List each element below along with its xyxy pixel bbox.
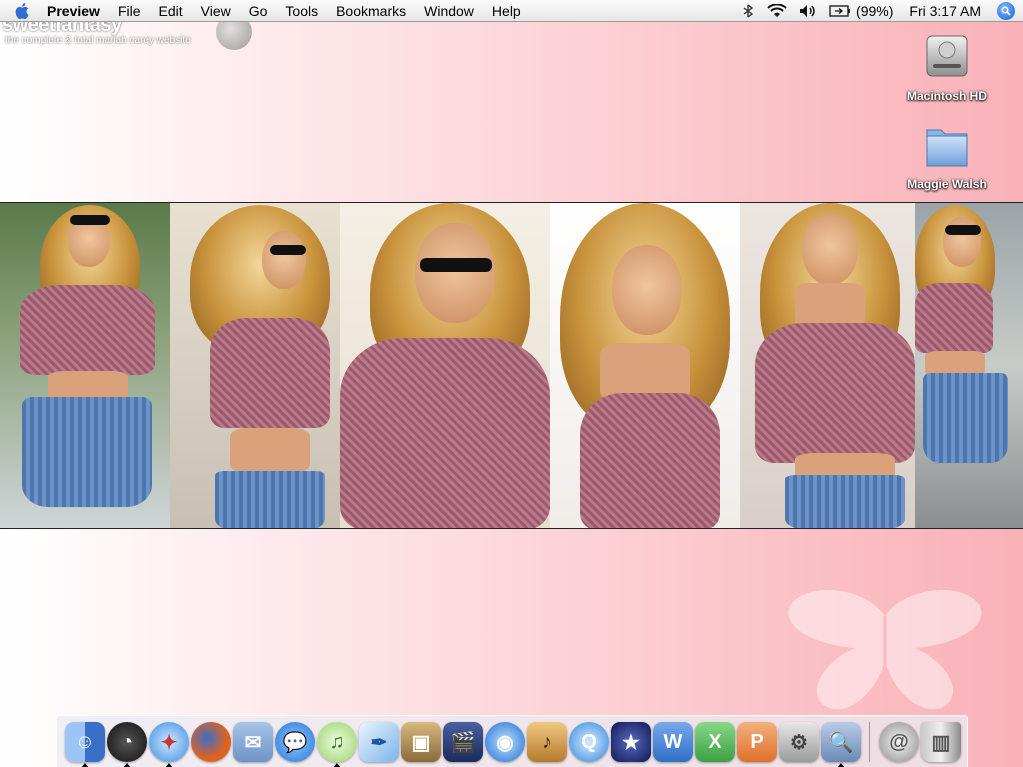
running-indicator [165, 763, 173, 767]
word-icon[interactable]: W [653, 722, 693, 762]
wallpaper-tagline: the complete & total mariah carey websit… [5, 35, 191, 46]
menu-tools[interactable]: Tools [276, 0, 327, 22]
app-menu-preview[interactable]: Preview [38, 0, 109, 22]
idvd-icon[interactable]: ◉ [485, 722, 525, 762]
volume-icon[interactable] [793, 0, 823, 22]
menu-help[interactable]: Help [483, 0, 530, 22]
menu-go[interactable]: Go [240, 0, 277, 22]
itunes-icon[interactable]: ♫ [317, 722, 357, 762]
menu-file[interactable]: File [109, 0, 150, 22]
iphoto-icon[interactable]: ▣ [401, 722, 441, 762]
desktop-icon-macintosh-hd[interactable]: Macintosh HD [897, 30, 997, 105]
dashboard-icon[interactable]: ◔ [107, 722, 147, 762]
battery-percent: (99%) [856, 2, 894, 19]
battery-icon [829, 4, 851, 17]
feather-icon[interactable]: ✒ [359, 722, 399, 762]
menu-extras: (99%) Fri 3:17 AM [735, 0, 1023, 22]
desktop-icon-label: Maggie Walsh [907, 177, 987, 191]
wallpaper-photo-banner [0, 202, 1023, 529]
dock: ☺ ◔ ✦ ✉ 💬 ♫ ✒ ▣ 🎬 ◉ ♪ Q ★ W X P ⚙ 🔍 @ ▥ [56, 715, 968, 767]
finder-icon[interactable]: ☺ [65, 722, 105, 762]
battery-status[interactable]: (99%) [823, 0, 899, 22]
dock-separator [869, 722, 870, 762]
photo-panel [740, 203, 915, 528]
menu-bookmarks[interactable]: Bookmarks [327, 0, 415, 22]
photo-panel [550, 203, 740, 528]
photo-panel [915, 203, 1023, 528]
trash-icon[interactable]: ▥ [921, 722, 961, 762]
menu-clock[interactable]: Fri 3:17 AM [899, 0, 991, 22]
running-indicator [81, 763, 89, 767]
running-indicator [837, 763, 845, 767]
internet-location-icon[interactable]: @ [879, 722, 919, 762]
menu-edit[interactable]: Edit [150, 0, 192, 22]
imovie-icon[interactable]: 🎬 [443, 722, 483, 762]
excel-icon[interactable]: X [695, 722, 735, 762]
photo-panel [0, 203, 170, 528]
menu-view[interactable]: View [192, 0, 240, 22]
wifi-icon[interactable] [761, 0, 793, 22]
imovie-star-icon[interactable]: ★ [611, 722, 651, 762]
quicktime-icon[interactable]: Q [569, 722, 609, 762]
running-indicator [123, 763, 131, 767]
photo-panel [170, 203, 340, 528]
running-indicator [333, 763, 341, 767]
desktop-icon-maggie-walsh[interactable]: Maggie Walsh [897, 120, 997, 193]
desktop: Preview File Edit View Go Tools Bookmark… [0, 0, 1023, 767]
butterfly-watermark-icon [788, 589, 982, 710]
folder-icon [926, 129, 968, 167]
powerpoint-icon[interactable]: P [737, 722, 777, 762]
firefox-icon[interactable] [191, 722, 231, 762]
apple-menu-icon[interactable] [8, 0, 38, 22]
spotlight-icon[interactable] [997, 1, 1015, 20]
safari-icon[interactable]: ✦ [149, 722, 189, 762]
garageband-icon[interactable]: ♪ [527, 722, 567, 762]
menu-window[interactable]: Window [415, 0, 483, 22]
hard-drive-icon [926, 35, 968, 77]
system-preferences-icon[interactable]: ⚙ [779, 722, 819, 762]
desktop-icon-label: Macintosh HD [906, 89, 987, 103]
photo-panel [340, 203, 550, 528]
preview-icon[interactable]: 🔍 [821, 722, 861, 762]
mail-icon[interactable]: ✉ [233, 722, 273, 762]
ichat-icon[interactable]: 💬 [275, 722, 315, 762]
menu-bar: Preview File Edit View Go Tools Bookmark… [0, 0, 1023, 22]
bluetooth-icon[interactable] [735, 0, 761, 22]
